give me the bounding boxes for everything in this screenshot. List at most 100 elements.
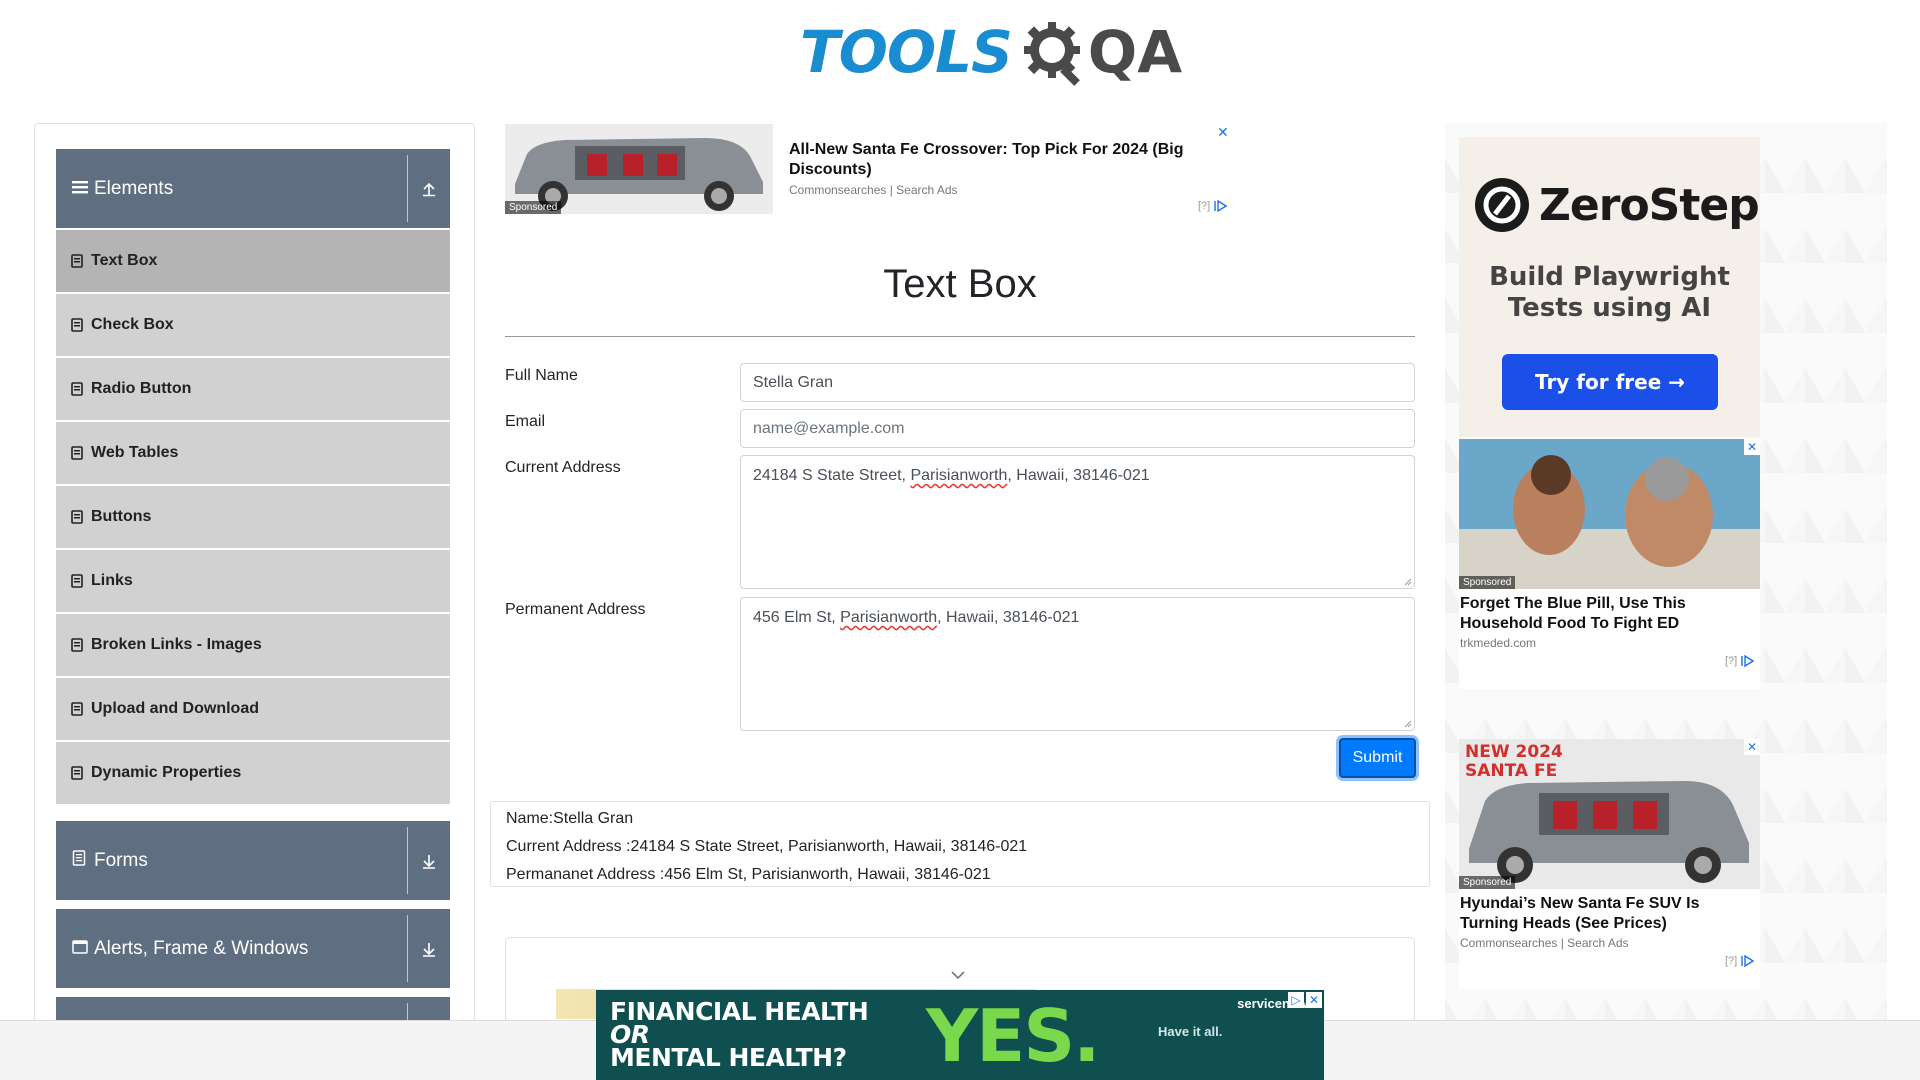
page-title: Text Box — [883, 262, 1037, 306]
group-alerts-frame-windows[interactable]: Alerts, Frame & Windows — [56, 909, 450, 988]
zerostep-logo: ZeroStep — [1475, 178, 1760, 232]
chevron-down-icon[interactable] — [950, 970, 966, 980]
adchoices-icon — [1741, 655, 1755, 667]
item-icon — [71, 702, 83, 716]
divider — [407, 827, 408, 894]
adchoices-label: [?] — [1725, 655, 1738, 667]
adchoices-label: [?] — [1725, 955, 1738, 967]
sponsored-tag: Sponsored — [1459, 576, 1516, 589]
banner-headline: FINANCIAL HEALTH OR MENTAL HEALTH? — [610, 999, 869, 1072]
expand-arrow-icon[interactable] — [416, 821, 442, 900]
ad-source: trkmeded.com — [1460, 636, 1537, 650]
resize-handle-icon[interactable] — [1404, 578, 1412, 586]
sidebar-item-label: Upload and Download — [91, 700, 259, 717]
permanent-address-part: , Hawaii, 38146-021 — [937, 609, 1080, 626]
sidebar-item-label: Radio Button — [91, 380, 192, 397]
sidebar-item-upload-download[interactable]: Upload and Download — [56, 678, 450, 740]
sponsored-tag: Sponsored — [505, 201, 562, 214]
full-name-input[interactable]: Stella Gran — [740, 363, 1415, 402]
right-ad-card-1[interactable]: Sponsored ✕ Forget The Blue Pill, Use Th… — [1459, 439, 1760, 689]
ad-image: NEW 2024 SANTA FE Sponsored — [1459, 739, 1760, 889]
ad-title[interactable]: Hyundai’s New Santa Fe SUV Is Turning He… — [1460, 894, 1758, 934]
close-ad-icon[interactable]: ✕ — [1217, 124, 1229, 141]
sidebar-item-web-tables[interactable]: Web Tables — [56, 422, 450, 484]
top-ad-image[interactable]: Sponsored — [505, 124, 773, 214]
sidebar-item-check-box[interactable]: Check Box — [56, 294, 450, 356]
divider — [407, 915, 408, 982]
zerostep-mark-icon — [1475, 178, 1529, 232]
divider — [407, 1003, 408, 1021]
output-current-address: Current Address :24184 S State Street, P… — [506, 838, 1028, 855]
banner-line: MENTAL HEALTH? — [610, 1043, 847, 1072]
group-forms[interactable]: Forms — [56, 821, 450, 900]
item-icon — [71, 382, 83, 396]
right-ad-card-2[interactable]: NEW 2024 SANTA FE Sponsored ✕ Hyundai’s … — [1459, 739, 1760, 989]
gear-magnifier-icon — [1023, 22, 1080, 86]
group-elements[interactable]: Elements — [56, 149, 450, 228]
hamburger-icon — [72, 178, 90, 199]
sidebar-item-links[interactable]: Links — [56, 550, 450, 612]
email-label: Email — [505, 413, 546, 430]
top-ad-title[interactable]: All-New Santa Fe Crossover: Top Pick For… — [789, 140, 1219, 180]
close-ad-icon[interactable]: ✕ — [1744, 439, 1760, 455]
toolsqa-logo[interactable]: TOOLS QA — [800, 14, 1182, 90]
adchoices[interactable]: [?] — [1725, 955, 1755, 967]
banner-yes: YES. — [926, 994, 1101, 1078]
item-icon — [71, 766, 83, 780]
item-icon — [71, 446, 83, 460]
sidebar-item-broken-links[interactable]: Broken Links - Images — [56, 614, 450, 676]
top-ad-source: Commonsearches | Search Ads — [789, 183, 958, 197]
sidebar-item-radio-button[interactable]: Radio Button — [56, 358, 450, 420]
group-label: Elements — [94, 177, 174, 199]
full-name-label: Full Name — [505, 367, 578, 384]
output-name: Name:Stella Gran — [506, 810, 634, 827]
adchoices-icon — [1741, 955, 1755, 967]
sidebar-item-dynamic-properties[interactable]: Dynamic Properties — [56, 742, 450, 804]
adchoices-icon — [1214, 200, 1228, 212]
close-ad-icon[interactable]: ✕ — [1744, 739, 1760, 755]
sidebar-item-label: Dynamic Properties — [91, 764, 242, 781]
adchoices[interactable]: [?] — [1198, 200, 1228, 212]
ad-title[interactable]: Forget The Blue Pill, Use This Household… — [1460, 594, 1758, 634]
item-icon — [71, 574, 83, 588]
sidebar-item-buttons[interactable]: Buttons — [56, 486, 450, 548]
sponsored-tag: Sponsored — [1459, 876, 1516, 889]
submit-button[interactable]: Submit — [1339, 738, 1416, 778]
logo-tools-text: TOOLS — [800, 18, 1013, 86]
form-icon — [72, 850, 90, 871]
try-for-free-button[interactable]: Try for free → — [1502, 354, 1718, 410]
bottom-banner-ad[interactable]: FINANCIAL HEALTH OR MENTAL HEALTH? YES. … — [596, 990, 1324, 1080]
divider — [505, 336, 1415, 337]
sidebar-item-label: Web Tables — [91, 444, 179, 461]
spellcheck-word: Parisianworth — [840, 609, 938, 626]
close-ad-icon[interactable]: ✕ — [1306, 992, 1322, 1008]
permanent-address-textarea[interactable]: 456 Elm St, Parisianworth, Hawaii, 38146… — [740, 597, 1415, 731]
group-label: Alerts, Frame & Windows — [94, 937, 309, 959]
permanent-address-part: 456 Elm St, — [753, 609, 841, 626]
sidebar-item-text-box[interactable]: Text Box — [56, 230, 450, 292]
full-name-value: Stella Gran — [753, 373, 834, 391]
zerostep-name: ZeroStep — [1539, 179, 1760, 231]
collapse-arrow-icon[interactable] — [416, 149, 442, 228]
resize-handle-icon[interactable] — [1404, 720, 1412, 728]
banner-controls: ▷ ✕ — [1288, 992, 1322, 1008]
email-input[interactable]: name@example.com — [740, 409, 1415, 448]
item-icon — [71, 510, 83, 524]
current-address-part: 24184 S State Street, — [753, 467, 911, 484]
boat-couple-illustration — [1459, 439, 1760, 589]
page: TOOLS QA Elements Text Box Check Box Rad… — [0, 0, 1920, 1080]
ad-source: Commonsearches | Search Ads — [1460, 936, 1629, 950]
adchoices-icon[interactable]: ▷ — [1288, 992, 1304, 1008]
item-icon — [71, 318, 83, 332]
adchoices-label: [?] — [1198, 200, 1211, 212]
sidebar-item-label: Check Box — [91, 316, 174, 333]
sidebar-item-label: Text Box — [91, 252, 158, 269]
item-icon — [71, 254, 83, 268]
window-icon — [72, 938, 90, 959]
banner-tagline: Have it all. — [1158, 1024, 1223, 1039]
sidebar-item-label: Links — [91, 572, 133, 589]
current-address-textarea[interactable]: 24184 S State Street, Parisianworth, Haw… — [740, 455, 1415, 589]
expand-arrow-icon[interactable] — [416, 909, 442, 988]
item-icon — [71, 638, 83, 652]
adchoices[interactable]: [?] — [1725, 655, 1755, 667]
